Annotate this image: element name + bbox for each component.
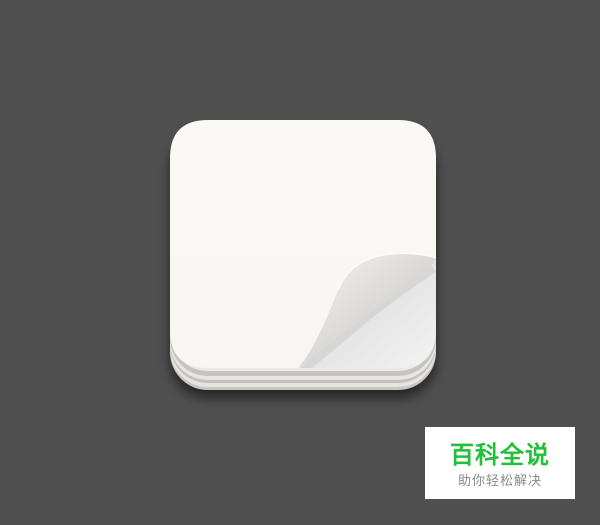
watermark-title: 百科全说: [450, 441, 550, 469]
watermark-subtitle: 助你轻松解决: [457, 474, 542, 489]
canvas: 百科全说 助你轻松解决: [0, 0, 600, 525]
watermark-badge: 百科全说 助你轻松解决: [425, 427, 575, 499]
